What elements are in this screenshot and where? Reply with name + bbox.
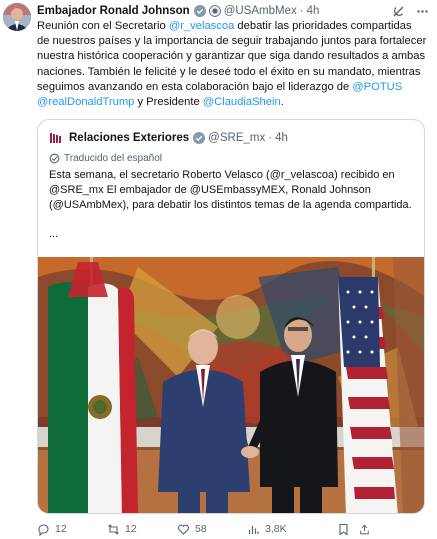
action-bar: 12 12 58 3,8K [37, 521, 429, 537]
quoted-tweet-header: Relaciones Exteriores @SRE_mx · 4h [49, 130, 416, 145]
like-button[interactable]: 58 [177, 523, 247, 536]
bookmark-icon [339, 523, 348, 536]
quoted-post-time[interactable]: 4h [275, 132, 288, 144]
post-text-segment: Reunión con el Secretario [37, 20, 169, 32]
quoted-author-handle[interactable]: @SRE_mx [208, 132, 265, 144]
reply-count: 12 [55, 523, 67, 535]
separator-dot: · [299, 5, 304, 17]
mention-link[interactable]: @POTUS [352, 81, 402, 93]
author-name[interactable]: Embajador Ronald Johnson [37, 5, 190, 17]
like-count: 58 [195, 523, 207, 535]
flag-badge-icon [208, 5, 221, 17]
tweet[interactable]: Embajador Ronald Johnson @USAmbMex · 4h … [0, 0, 437, 539]
translated-label: Traducido del español [49, 153, 162, 164]
like-icon [178, 524, 189, 535]
mention-link[interactable]: @r_velascoa [169, 20, 234, 32]
post-text-segment: y Presidente [134, 96, 203, 109]
views-count: 3,8K [265, 523, 287, 535]
more-icon[interactable] [415, 4, 429, 18]
quoted-tweet-text: Esta semana, el secretario Roberto Velas… [49, 169, 412, 212]
mention-link[interactable]: @realDonaldTrump [37, 96, 134, 108]
share-icon [360, 524, 369, 534]
translate-icon [49, 153, 60, 164]
reply-button[interactable]: 12 [37, 523, 107, 536]
grok-icon[interactable] [391, 4, 405, 18]
translated-text: Traducido del español [64, 153, 163, 164]
author-handle[interactable]: @USAmbMex [224, 5, 297, 17]
bookmark-button[interactable] [337, 523, 359, 536]
post-text: Reunión con el Secretario @r_velascoa de… [37, 19, 427, 110]
quoted-author-name[interactable]: Relaciones Exteriores [69, 132, 189, 144]
post-text-segment: . [280, 96, 284, 109]
views-button[interactable]: 3,8K [247, 523, 337, 536]
views-icon [248, 525, 259, 534]
share-button[interactable] [359, 523, 375, 536]
avatar[interactable] [3, 3, 31, 31]
separator-dot: · [268, 131, 273, 144]
gray-checkmark-badge [193, 5, 206, 17]
gold-checkmark-badge [193, 131, 206, 144]
quoted-tweet[interactable]: Relaciones Exteriores @SRE_mx · 4h Tradu… [37, 119, 425, 514]
reply-icon [38, 523, 49, 536]
tweet-photo[interactable] [38, 257, 424, 513]
repost-button[interactable]: 12 [107, 523, 177, 536]
sre-logo [49, 130, 63, 145]
repost-count: 12 [125, 523, 137, 535]
mention-link[interactable]: @ClaudiaShein [203, 96, 281, 108]
post-time[interactable]: 4h [307, 5, 320, 17]
tweet-header: Embajador Ronald Johnson @USAmbMex · 4h [37, 3, 429, 19]
quoted-tweet-ellipsis: ... [49, 228, 59, 240]
repost-icon [108, 523, 119, 535]
